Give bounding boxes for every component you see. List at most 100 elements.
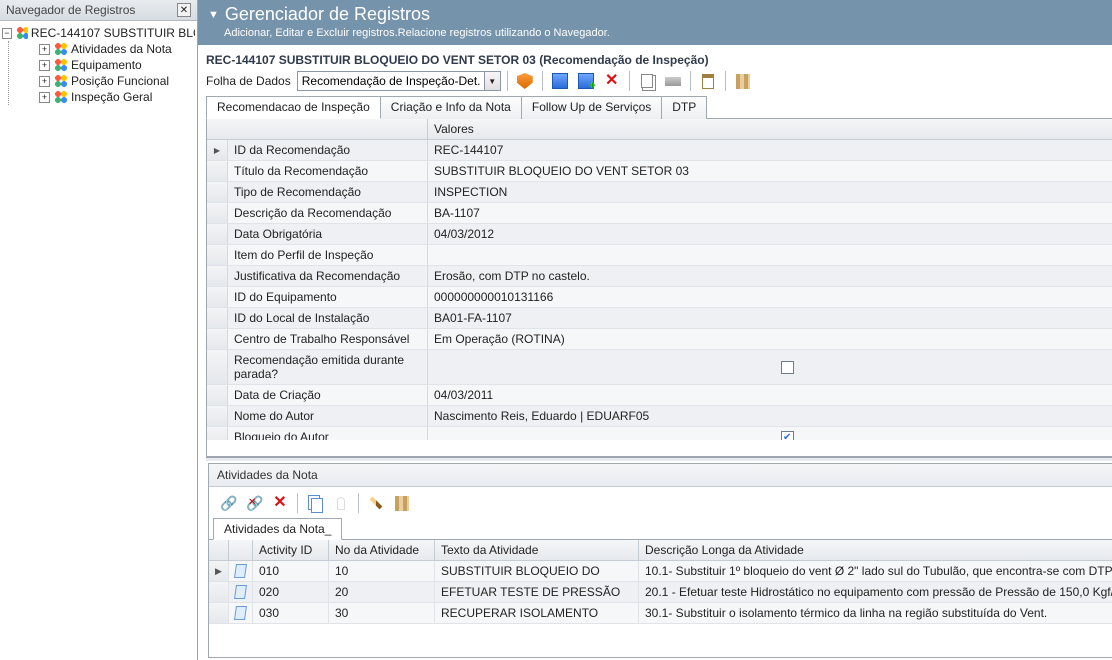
grid-row[interactable]: Título da RecomendaçãoSUBSTITUIR BLOQUEI… bbox=[207, 161, 1112, 182]
grid-row[interactable]: ▶ID da RecomendaçãoREC-144107 bbox=[207, 140, 1112, 161]
row-header[interactable] bbox=[207, 385, 228, 405]
tree-child[interactable]: + Inspeção Geral bbox=[15, 89, 195, 105]
col-activity-id[interactable]: Activity ID bbox=[253, 540, 329, 560]
activity-row[interactable]: 03030RECUPERAR ISOLAMENTO30.1- Substitui… bbox=[209, 603, 1112, 624]
tree-child[interactable]: + Equipamento bbox=[15, 57, 195, 73]
row-icon-cell[interactable] bbox=[229, 603, 253, 623]
cell-activity-id[interactable]: 020 bbox=[253, 582, 329, 602]
row-icon-cell[interactable] bbox=[229, 561, 253, 581]
save-new-button[interactable] bbox=[575, 71, 597, 91]
cell-descricao[interactable]: 20.1 - Efetuar teste Hidrostático no equ… bbox=[639, 582, 1112, 602]
tree-child[interactable]: + Posição Funcional bbox=[15, 73, 195, 89]
cell-activity-id[interactable]: 010 bbox=[253, 561, 329, 581]
col-texto[interactable]: Texto da Atividade bbox=[435, 540, 639, 560]
row-header[interactable] bbox=[207, 350, 228, 384]
tab-criacao[interactable]: Criação e Info da Nota bbox=[380, 96, 522, 119]
grid-row[interactable]: ID do Local de InstalaçãoBA01-FA-1107 bbox=[207, 308, 1112, 329]
delete-button[interactable]: ✕ bbox=[601, 71, 623, 91]
cell-texto[interactable]: RECUPERAR ISOLAMENTO bbox=[435, 603, 639, 623]
activity-row[interactable]: ▶01010SUBSTITUIR BLOQUEIO DO10.1- Substi… bbox=[209, 561, 1112, 582]
expander-icon[interactable]: − bbox=[2, 28, 12, 39]
cell-activity-id[interactable]: 030 bbox=[253, 603, 329, 623]
row-header[interactable] bbox=[207, 161, 228, 181]
row-header[interactable] bbox=[207, 406, 228, 426]
columns-button[interactable] bbox=[391, 493, 413, 513]
cell-descricao[interactable]: 10.1- Substituir 1º bloqueio do vent Ø 2… bbox=[639, 561, 1112, 581]
save-button[interactable] bbox=[549, 71, 571, 91]
cell-no-atividade[interactable]: 20 bbox=[329, 582, 435, 602]
grid-row[interactable]: Nome do AutorNascimento Reis, Eduardo | … bbox=[207, 406, 1112, 427]
tab-atividades[interactable]: Atividades da Nota_ bbox=[213, 518, 342, 540]
field-value[interactable]: 000000000010131166 bbox=[428, 287, 1112, 307]
field-value[interactable]: INSPECTION bbox=[428, 182, 1112, 202]
delete-button[interactable]: ✕ bbox=[269, 493, 291, 513]
grid-row[interactable]: ID do Equipamento000000000010131166 bbox=[207, 287, 1112, 308]
print-button[interactable] bbox=[662, 71, 684, 91]
cell-texto[interactable]: EFETUAR TESTE DE PRESSÃO bbox=[435, 582, 639, 602]
field-value[interactable]: Nascimento Reis, Eduardo | EDUARF05 bbox=[428, 406, 1112, 426]
row-header[interactable] bbox=[207, 266, 228, 286]
property-grid[interactable]: ▶ID da RecomendaçãoREC-144107Título da R… bbox=[207, 140, 1112, 440]
row-header[interactable] bbox=[207, 224, 228, 244]
link-button[interactable]: 🔗 bbox=[217, 493, 239, 513]
row-header[interactable] bbox=[209, 603, 229, 623]
copy-button[interactable] bbox=[636, 71, 658, 91]
col-no-atividade[interactable]: No da Atividade bbox=[329, 540, 435, 560]
collapse-icon[interactable]: ▼ bbox=[208, 9, 219, 21]
close-icon[interactable]: ✕ bbox=[177, 3, 191, 17]
expander-icon[interactable]: + bbox=[39, 60, 50, 71]
datasheet-combo[interactable]: ▼ bbox=[297, 71, 501, 91]
paste-button[interactable] bbox=[330, 493, 352, 513]
row-header[interactable] bbox=[207, 287, 228, 307]
tree-root[interactable]: − REC-144107 SUBSTITUIR BLOQU bbox=[2, 25, 195, 41]
field-value[interactable]: BA01-FA-1107 bbox=[428, 308, 1112, 328]
grid-row[interactable]: Centro de Trabalho ResponsávelEm Operaçã… bbox=[207, 329, 1112, 350]
field-value[interactable]: BA-1107… bbox=[428, 203, 1112, 223]
unlink-button[interactable]: 🔗 bbox=[243, 493, 265, 513]
cell-texto[interactable]: SUBSTITUIR BLOQUEIO DO bbox=[435, 561, 639, 581]
tree-child[interactable]: + Atividades da Nota bbox=[15, 41, 195, 57]
tab-followup[interactable]: Follow Up de Serviços bbox=[521, 96, 662, 119]
col-rowheader[interactable] bbox=[209, 540, 229, 560]
field-value[interactable]: Erosão, com DTP no castelo. bbox=[428, 266, 1112, 286]
grid-row[interactable]: Item do Perfil de Inspeção bbox=[207, 245, 1112, 266]
activities-grid[interactable]: Activity ID No da Atividade Texto da Ati… bbox=[209, 540, 1112, 657]
chevron-down-icon[interactable]: ▼ bbox=[484, 72, 500, 90]
field-value[interactable]: ✔ bbox=[428, 427, 1112, 440]
tab-dtp[interactable]: DTP bbox=[661, 96, 707, 119]
row-header[interactable]: ▶ bbox=[209, 561, 229, 581]
checkbox[interactable]: ✔ bbox=[781, 431, 794, 441]
field-value[interactable]: 04/03/2012 bbox=[428, 224, 1112, 244]
tab-recomendacao[interactable]: Recomendacao de Inspeção bbox=[206, 96, 381, 119]
cell-descricao[interactable]: 30.1- Substituir o isolamento térmico da… bbox=[639, 603, 1112, 623]
expander-icon[interactable]: + bbox=[39, 92, 50, 103]
row-header[interactable] bbox=[207, 203, 228, 223]
grid-row[interactable]: Data Obrigatória04/03/2012 bbox=[207, 224, 1112, 245]
cell-no-atividade[interactable]: 30 bbox=[329, 603, 435, 623]
row-icon-cell[interactable] bbox=[229, 582, 253, 602]
expander-icon[interactable]: + bbox=[39, 44, 50, 55]
col-icon[interactable] bbox=[229, 540, 253, 560]
grid-row[interactable]: Recomendação emitida durante parada? bbox=[207, 350, 1112, 385]
grid-row[interactable]: Descrição da RecomendaçãoBA-1107… bbox=[207, 203, 1112, 224]
config-button[interactable] bbox=[514, 71, 536, 91]
field-value[interactable]: 04/03/2011 bbox=[428, 385, 1112, 405]
field-value[interactable]: Em Operação (ROTINA) bbox=[428, 329, 1112, 349]
row-header[interactable]: ▶ bbox=[207, 140, 228, 160]
row-header[interactable] bbox=[207, 427, 228, 440]
field-value[interactable] bbox=[428, 350, 1112, 384]
field-value[interactable]: SUBSTITUIR BLOQUEIO DO VENT SETOR 03 bbox=[428, 161, 1112, 181]
field-value[interactable] bbox=[428, 245, 1112, 265]
grid-row[interactable]: Tipo de RecomendaçãoINSPECTION bbox=[207, 182, 1112, 203]
row-header[interactable] bbox=[207, 329, 228, 349]
document-button[interactable] bbox=[697, 71, 719, 91]
row-header[interactable] bbox=[207, 245, 228, 265]
row-header[interactable] bbox=[207, 182, 228, 202]
copy-button[interactable] bbox=[304, 493, 326, 513]
field-value[interactable]: REC-144107 bbox=[428, 140, 1112, 160]
checkbox[interactable] bbox=[781, 361, 794, 374]
grid-row[interactable]: Justificativa da RecomendaçãoErosão, com… bbox=[207, 266, 1112, 287]
col-descricao[interactable]: Descrição Longa da Atividade bbox=[639, 540, 1112, 560]
row-header[interactable] bbox=[207, 308, 228, 328]
datasheet-input[interactable] bbox=[298, 74, 484, 88]
